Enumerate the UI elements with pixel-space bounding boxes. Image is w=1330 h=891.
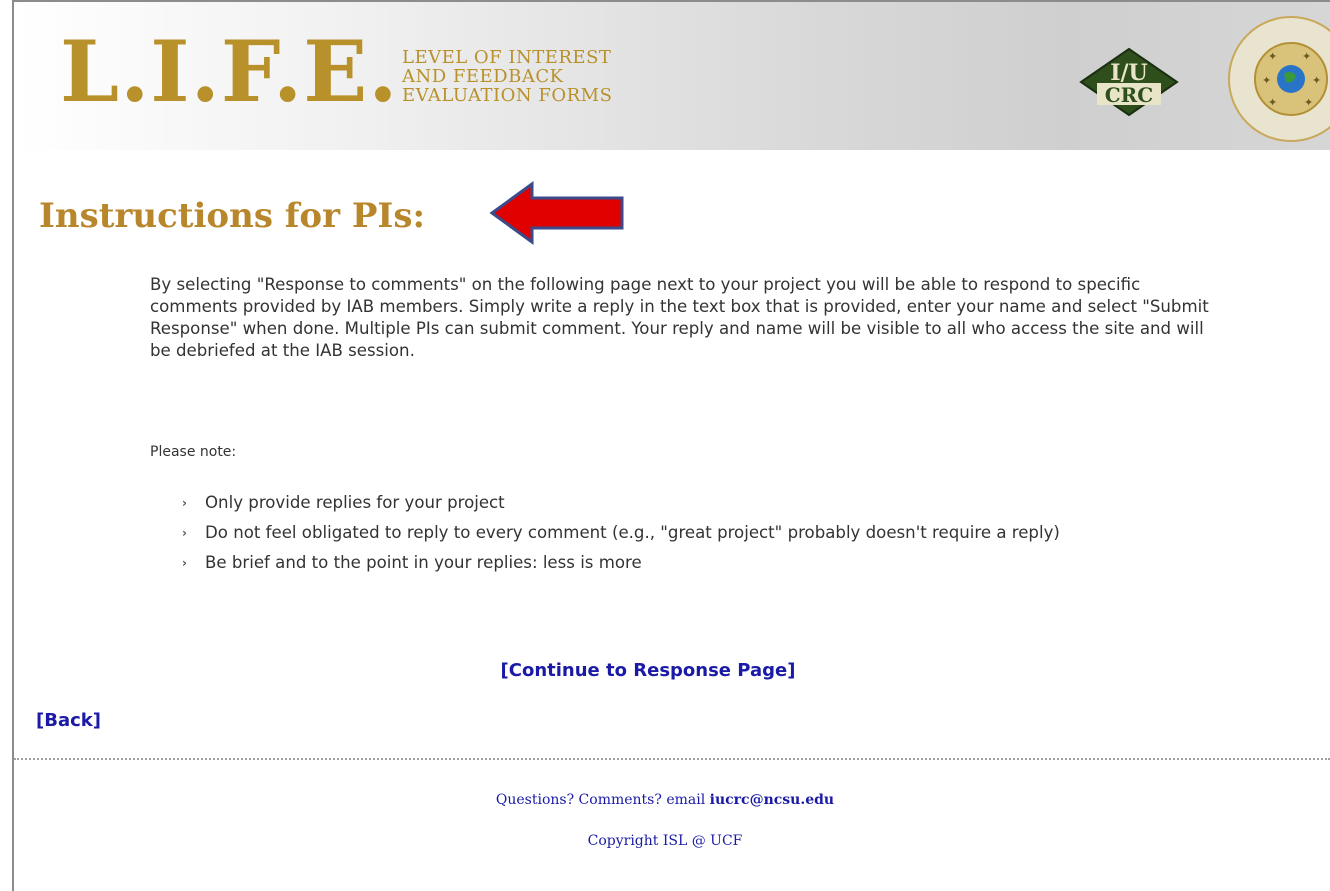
svg-text:✦: ✦ (1312, 74, 1321, 87)
subtitle-line-1: LEVEL OF INTEREST (402, 47, 612, 68)
svg-text:✦: ✦ (1302, 50, 1311, 63)
footer-questions-text: Questions? Comments? email (495, 792, 710, 808)
list-item: › Do not feel obligated to reply to ever… (180, 522, 1080, 544)
svg-text:✦: ✦ (1268, 50, 1277, 63)
chevron-right-icon: › (182, 556, 187, 570)
continue-link-row: [Continue to Response Page] (0, 660, 1330, 681)
list-item: › Be brief and to the point in your repl… (180, 552, 1080, 574)
list-item-text: Do not feel obligated to reply to every … (205, 523, 1060, 542)
chevron-right-icon: › (182, 526, 187, 540)
logo-subtitle: LEVEL OF INTEREST AND FEEDBACK EVALUATIO… (402, 48, 612, 105)
back-link[interactable]: [Back] (36, 710, 101, 731)
footer-email-link[interactable]: iucrc@ncsu.edu (710, 792, 834, 808)
life-logo: L.I.F.E. (60, 22, 399, 121)
subtitle-line-3: EVALUATION FORMS (402, 85, 613, 106)
note-list: › Only provide replies for your project … (180, 492, 1080, 582)
iucrc-logo-icon: I/U CRC (1079, 47, 1179, 117)
chevron-right-icon: › (182, 496, 187, 510)
footer-divider (14, 758, 1330, 760)
svg-text:✦: ✦ (1268, 96, 1277, 109)
subtitle-line-2: AND FEEDBACK (402, 66, 564, 87)
footer-contact: Questions? Comments? email iucrc@ncsu.ed… (0, 792, 1330, 808)
page-title: Instructions for PIs: (39, 196, 426, 236)
header-banner: L.I.F.E. LEVEL OF INTEREST AND FEEDBACK … (14, 2, 1330, 150)
list-item-text: Be brief and to the point in your replie… (205, 553, 642, 572)
list-item: › Only provide replies for your project (180, 492, 1080, 514)
svg-text:✦: ✦ (1262, 74, 1271, 87)
note-label: Please note: (150, 444, 237, 460)
instructions-paragraph: By selecting "Response to comments" on t… (150, 275, 1209, 360)
red-arrow-icon (489, 181, 624, 245)
iucrc-badge-bottom-text: CRC (1105, 83, 1153, 107)
footer-copyright: Copyright ISL @ UCF (587, 833, 743, 849)
continue-to-response-link[interactable]: [Continue to Response Page] (501, 660, 796, 681)
list-item-text: Only provide replies for your project (205, 493, 505, 512)
nsf-seal-icon: ✦ ✦ ✦ ✦ ✦ ✦ (1228, 16, 1330, 142)
svg-text:✦: ✦ (1304, 96, 1313, 109)
